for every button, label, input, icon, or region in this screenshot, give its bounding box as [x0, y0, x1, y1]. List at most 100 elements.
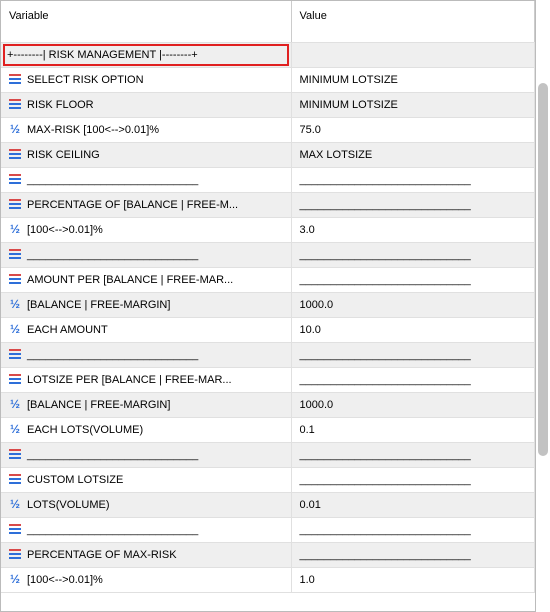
value-cell[interactable]: ____________________________	[291, 543, 535, 568]
table-row[interactable]: ½ LOTS(VOLUME) 0.01	[1, 493, 535, 518]
table-row[interactable]: AMOUNT PER [BALANCE | FREE-MAR... _______…	[1, 268, 535, 293]
variable-table: Variable Value +--------| RISK MANAGEMEN…	[1, 1, 535, 593]
table-row[interactable]: ________________________________________…	[1, 343, 535, 368]
variable-label: +--------| RISK MANAGEMENT |--------+	[7, 49, 198, 61]
table-row[interactable]: ½ [BALANCE | FREE-MARGIN] 1000.0	[1, 293, 535, 318]
variable-cell[interactable]: ½ MAX-RISK [100<-->0.01]%	[1, 118, 291, 143]
text-type-icon	[7, 446, 23, 462]
variable-cell[interactable]: AMOUNT PER [BALANCE | FREE-MAR...	[1, 268, 291, 293]
variable-label: MAX-RISK [100<-->0.01]%	[27, 124, 159, 136]
variable-cell[interactable]: RISK FLOOR	[1, 93, 291, 118]
variable-cell[interactable]: ____________________________	[1, 518, 291, 543]
variable-cell[interactable]: PERCENTAGE OF [BALANCE | FREE-M...	[1, 193, 291, 218]
table-row[interactable]: LOTSIZE PER [BALANCE | FREE-MAR... ______…	[1, 368, 535, 393]
variable-label: ____________________________	[27, 249, 198, 261]
value-cell[interactable]: 75.0	[291, 118, 535, 143]
table-row[interactable]: PERCENTAGE OF [BALANCE | FREE-M... ______…	[1, 193, 535, 218]
table-row[interactable]: SELECT RISK OPTIONMINIMUM LOTSIZE	[1, 68, 535, 93]
variable-label: LOTS(VOLUME)	[27, 499, 110, 511]
variable-cell[interactable]: ____________________________	[1, 343, 291, 368]
table-row[interactable]: ½ MAX-RISK [100<-->0.01]% 75.0	[1, 118, 535, 143]
text-type-icon	[7, 521, 23, 537]
variable-cell[interactable]: ____________________________	[1, 168, 291, 193]
variable-cell[interactable]: ½[BALANCE | FREE-MARGIN]	[1, 393, 291, 418]
column-header-variable[interactable]: Variable	[1, 1, 291, 43]
table-row[interactable]: RISK FLOORMINIMUM LOTSIZE	[1, 93, 535, 118]
table-row[interactable]: ____________________________ ____________…	[1, 243, 535, 268]
value-cell[interactable]: ____________________________	[291, 168, 535, 193]
numeric-type-icon: ½	[7, 496, 23, 512]
value-cell[interactable]: ____________________________	[291, 243, 535, 268]
scrollbar-thumb[interactable]	[538, 83, 548, 456]
value-cell[interactable]: 0.1	[291, 418, 535, 443]
value-cell[interactable]: 1000.0	[291, 293, 535, 318]
variable-label: LOTSIZE PER [BALANCE | FREE-MAR...	[27, 374, 232, 386]
variable-cell[interactable]: ½ [100<-->0.01]%	[1, 218, 291, 243]
table-row[interactable]: ____________________________ ____________…	[1, 443, 535, 468]
variable-label: ____________________________	[27, 174, 198, 186]
text-type-icon	[7, 346, 23, 362]
variable-cell[interactable]: SELECT RISK OPTION	[1, 68, 291, 93]
variable-label: [BALANCE | FREE-MARGIN]	[27, 299, 170, 311]
variable-label: [BALANCE | FREE-MARGIN]	[27, 399, 170, 411]
text-type-icon	[7, 71, 23, 87]
variable-label: CUSTOM LOTSIZE	[27, 474, 123, 486]
variable-cell[interactable]: ____________________________	[1, 243, 291, 268]
variable-cell[interactable]: +--------| RISK MANAGEMENT |--------+	[1, 43, 291, 68]
numeric-type-icon: ½	[7, 296, 23, 312]
variable-label: RISK CEILING	[27, 149, 100, 161]
value-cell[interactable]: MINIMUM LOTSIZE	[291, 93, 535, 118]
table-row[interactable]: RISK CEILING MAX LOTSIZE	[1, 143, 535, 168]
value-cell[interactable]: ____________________________	[291, 343, 535, 368]
variable-cell[interactable]: RISK CEILING	[1, 143, 291, 168]
variable-cell[interactable]: LOTSIZE PER [BALANCE | FREE-MAR...	[1, 368, 291, 393]
variable-label: PERCENTAGE OF [BALANCE | FREE-M...	[27, 199, 238, 211]
variable-cell[interactable]: PERCENTAGE OF MAX-RISK	[1, 543, 291, 568]
variable-cell[interactable]: ½ [BALANCE | FREE-MARGIN]	[1, 293, 291, 318]
table-row[interactable]: ½[BALANCE | FREE-MARGIN]1000.0	[1, 393, 535, 418]
text-type-icon	[7, 196, 23, 212]
table-row[interactable]: ____________________________ ____________…	[1, 168, 535, 193]
variable-label: [100<-->0.01]%	[27, 224, 103, 236]
value-cell[interactable]: ____________________________	[291, 268, 535, 293]
numeric-type-icon: ½	[7, 221, 23, 237]
value-cell[interactable]: MAX LOTSIZE	[291, 143, 535, 168]
value-cell[interactable]: 3.0	[291, 218, 535, 243]
vertical-scrollbar[interactable]	[536, 0, 550, 612]
variable-cell[interactable]: ½ EACH AMOUNT	[1, 318, 291, 343]
variable-cell[interactable]: ____________________________	[1, 443, 291, 468]
value-cell[interactable]: 0.01	[291, 493, 535, 518]
value-cell[interactable]: ____________________________	[291, 518, 535, 543]
variable-label: ____________________________	[27, 449, 198, 461]
value-cell[interactable]: ____________________________	[291, 368, 535, 393]
table-row[interactable]: +--------| RISK MANAGEMENT |--------+	[1, 43, 535, 68]
value-cell[interactable]: 1000.0	[291, 393, 535, 418]
value-cell[interactable]	[291, 43, 535, 68]
value-cell[interactable]: ____________________________	[291, 468, 535, 493]
table-row[interactable]: ½EACH LOTS(VOLUME)0.1	[1, 418, 535, 443]
variable-label: EACH AMOUNT	[27, 324, 108, 336]
table-row[interactable]: CUSTOM LOTSIZE __________________________…	[1, 468, 535, 493]
table-row[interactable]: ________________________________________…	[1, 518, 535, 543]
table-row[interactable]: ½ [100<-->0.01]% 3.0	[1, 218, 535, 243]
variable-label: [100<-->0.01]%	[27, 574, 103, 586]
value-cell[interactable]: 1.0	[291, 568, 535, 593]
value-cell[interactable]: 10.0	[291, 318, 535, 343]
table-row[interactable]: ½ EACH AMOUNT 10.0	[1, 318, 535, 343]
variable-cell[interactable]: ½ LOTS(VOLUME)	[1, 493, 291, 518]
variable-cell[interactable]: ½EACH LOTS(VOLUME)	[1, 418, 291, 443]
value-cell[interactable]: MINIMUM LOTSIZE	[291, 68, 535, 93]
table-row[interactable]: PERCENTAGE OF MAX-RISK__________________…	[1, 543, 535, 568]
variable-cell[interactable]: CUSTOM LOTSIZE	[1, 468, 291, 493]
numeric-type-icon: ½	[7, 321, 23, 337]
table-row[interactable]: ½[100<-->0.01]%1.0	[1, 568, 535, 593]
column-header-value[interactable]: Value	[291, 1, 535, 43]
text-type-icon	[7, 96, 23, 112]
value-cell[interactable]: ____________________________	[291, 193, 535, 218]
variable-cell[interactable]: ½[100<-->0.01]%	[1, 568, 291, 593]
settings-grid: Variable Value +--------| RISK MANAGEMEN…	[0, 0, 536, 612]
variable-label: AMOUNT PER [BALANCE | FREE-MAR...	[27, 274, 233, 286]
value-cell[interactable]: ____________________________	[291, 443, 535, 468]
text-type-icon	[7, 246, 23, 262]
numeric-type-icon: ½	[7, 121, 23, 137]
